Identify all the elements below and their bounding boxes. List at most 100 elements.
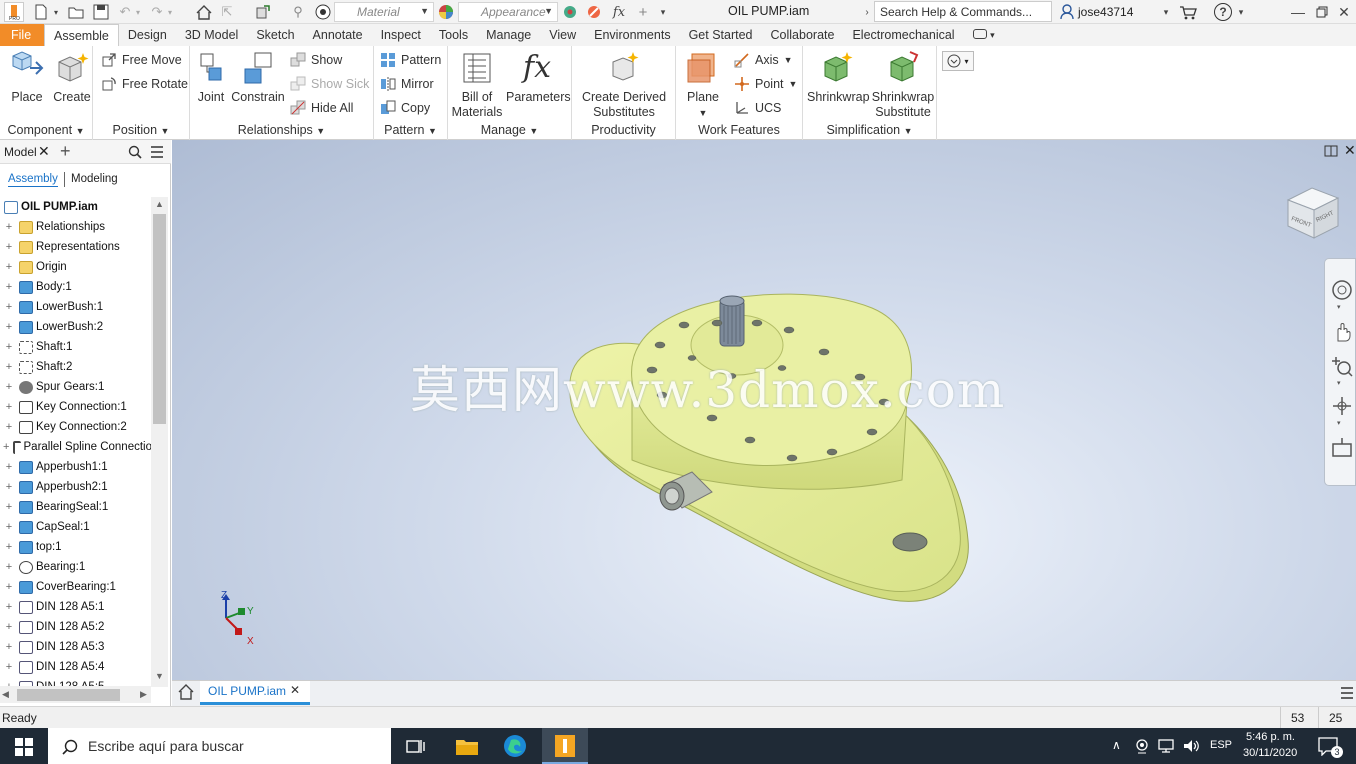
chevron-down-icon[interactable]: ▾ xyxy=(1337,419,1341,427)
search-input[interactable]: Search Help & Commands... xyxy=(874,1,1052,22)
pattern-group-label[interactable]: Pattern ▼ xyxy=(374,123,447,137)
steering-wheel-icon[interactable] xyxy=(1331,279,1353,301)
tab-3d-model[interactable]: 3D Model xyxy=(176,24,248,46)
tab-environments[interactable]: Environments xyxy=(585,24,679,46)
customize-dropdown-icon[interactable]: ▾ xyxy=(656,3,670,21)
position-group-label[interactable]: Position ▼ xyxy=(93,123,189,137)
tree-item[interactable]: + CoverBearing:1 xyxy=(0,577,152,597)
tab-menu-icon[interactable] xyxy=(1340,687,1354,699)
expand-icon[interactable]: + xyxy=(3,281,15,293)
tab-manage[interactable]: Manage xyxy=(477,24,540,46)
plus-icon[interactable]: + xyxy=(634,3,652,21)
viewport-close-icon[interactable]: ✕ xyxy=(1344,142,1356,159)
tab-file[interactable]: File xyxy=(0,24,44,46)
scroll-right-icon[interactable]: ▶ xyxy=(140,689,147,700)
expand-icon[interactable]: + xyxy=(3,521,15,533)
expand-icon[interactable]: + xyxy=(3,361,15,373)
close-panel-icon[interactable]: ✕ xyxy=(38,143,50,160)
free-move-button[interactable]: Free Move xyxy=(101,50,182,70)
chevron-right-icon[interactable]: › xyxy=(862,3,872,21)
measure-icon[interactable]: ⚲ xyxy=(289,3,307,21)
expand-icon[interactable]: + xyxy=(3,381,15,393)
orbit-icon[interactable] xyxy=(1331,395,1353,417)
show-sick-button[interactable]: Show Sick xyxy=(290,74,369,94)
home-tab-icon[interactable] xyxy=(178,684,194,700)
redo-icon[interactable]: ↷ xyxy=(148,3,166,21)
network-icon[interactable] xyxy=(1158,738,1176,754)
expand-icon[interactable]: + xyxy=(3,421,15,433)
tree-item[interactable]: + Body:1 xyxy=(0,277,152,297)
tree-vertical-scrollbar[interactable]: ▲ ▼ xyxy=(151,197,168,687)
task-view-icon[interactable] xyxy=(406,738,426,754)
component-group-label[interactable]: Component ▼ xyxy=(0,123,92,137)
cart-icon[interactable] xyxy=(1178,3,1198,21)
tree-item[interactable]: + CapSeal:1 xyxy=(0,517,152,537)
place-button[interactable]: Place xyxy=(6,50,48,105)
shrinkwrap-button[interactable]: Shrinkwrap xyxy=(807,50,870,105)
undo-icon[interactable]: ↶ xyxy=(116,3,134,21)
view-cube[interactable]: FRONT RIGHT xyxy=(1284,182,1344,244)
file-explorer-icon[interactable] xyxy=(455,736,479,756)
home-icon[interactable] xyxy=(195,3,213,21)
expand-icon[interactable]: + xyxy=(3,401,15,413)
tab-view[interactable]: View xyxy=(540,24,585,46)
panel-toggle-button[interactable]: ▾ xyxy=(964,24,1004,46)
tree-item[interactable]: + top:1 xyxy=(0,537,152,557)
pattern-button[interactable]: Pattern xyxy=(380,50,441,70)
save-icon[interactable] xyxy=(92,3,110,21)
menu-icon[interactable] xyxy=(150,146,164,158)
tab-collaborate[interactable]: Collaborate xyxy=(762,24,844,46)
tree-item[interactable]: + Spur Gears:1 xyxy=(0,377,152,397)
scroll-down-icon[interactable]: ▼ xyxy=(155,671,164,681)
create-button[interactable]: Create xyxy=(52,50,92,105)
expand-icon[interactable]: + xyxy=(3,301,15,313)
volume-icon[interactable] xyxy=(1182,738,1200,754)
tree-item[interactable]: + Shaft:1 xyxy=(0,337,152,357)
new-file-icon[interactable] xyxy=(32,3,50,21)
tree-item[interactable]: + Key Connection:2 xyxy=(0,417,152,437)
close-icon[interactable]: ✕ xyxy=(1336,3,1352,21)
tree-item[interactable]: + Representations xyxy=(0,237,152,257)
add-panel-icon[interactable]: + xyxy=(60,141,71,162)
look-at-icon[interactable] xyxy=(1331,437,1353,459)
clock-time[interactable]: 5:46 p. m. xyxy=(1246,731,1295,743)
expand-icon[interactable]: + xyxy=(3,441,9,453)
joint-button[interactable]: Joint xyxy=(194,50,228,105)
viewport-layout-icon[interactable] xyxy=(1324,145,1338,157)
expand-icon[interactable]: + xyxy=(3,581,15,593)
clear-appearance-icon[interactable] xyxy=(586,3,602,21)
help-icon[interactable]: ? xyxy=(1214,3,1232,21)
point-button[interactable]: Point ▼ xyxy=(734,74,797,94)
plane-button[interactable]: Plane ▼ xyxy=(682,50,724,121)
tab-inspect[interactable]: Inspect xyxy=(372,24,430,46)
user-icon[interactable] xyxy=(1058,3,1076,21)
tree-item[interactable]: + Shaft:2 xyxy=(0,357,152,377)
undo-dropdown-icon[interactable]: ▾ xyxy=(134,3,142,21)
expand-icon[interactable]: + xyxy=(3,221,15,233)
expand-icon[interactable]: + xyxy=(3,641,15,653)
tab-get-started[interactable]: Get Started xyxy=(680,24,762,46)
material-combo[interactable]: Material ▼ xyxy=(334,2,434,22)
search-icon[interactable] xyxy=(128,145,142,159)
expand-icon[interactable]: + xyxy=(3,561,15,573)
h-scrollbar-thumb[interactable] xyxy=(17,689,120,701)
manage-group-label[interactable]: Manage ▼ xyxy=(448,123,571,137)
browser-title[interactable]: Model xyxy=(4,145,37,159)
tree-root[interactable]: OIL PUMP.iam xyxy=(0,197,152,217)
expand-icon[interactable]: + xyxy=(3,461,15,473)
tree-item[interactable]: + Apperbush1:1 xyxy=(0,457,152,477)
pan-hand-icon[interactable] xyxy=(1331,321,1353,343)
tab-design[interactable]: Design xyxy=(119,24,176,46)
expand-icon[interactable]: + xyxy=(3,481,15,493)
taskbar-search-box[interactable]: Escribe aquí para buscar xyxy=(48,728,391,764)
color-wheel-icon[interactable] xyxy=(437,3,455,21)
language-indicator[interactable]: ESP xyxy=(1210,739,1232,751)
new-dropdown-icon[interactable]: ▾ xyxy=(51,3,61,21)
tab-assemble[interactable]: Assemble xyxy=(44,24,119,46)
windows-start-icon[interactable] xyxy=(15,738,33,756)
tab-electromechanical[interactable]: Electromechanical xyxy=(843,24,963,46)
tab-annotate[interactable]: Annotate xyxy=(304,24,372,46)
tree-item[interactable]: + Apperbush2:1 xyxy=(0,477,152,497)
tab-sketch[interactable]: Sketch xyxy=(247,24,303,46)
relationships-group-label[interactable]: Relationships ▼ xyxy=(190,123,373,137)
